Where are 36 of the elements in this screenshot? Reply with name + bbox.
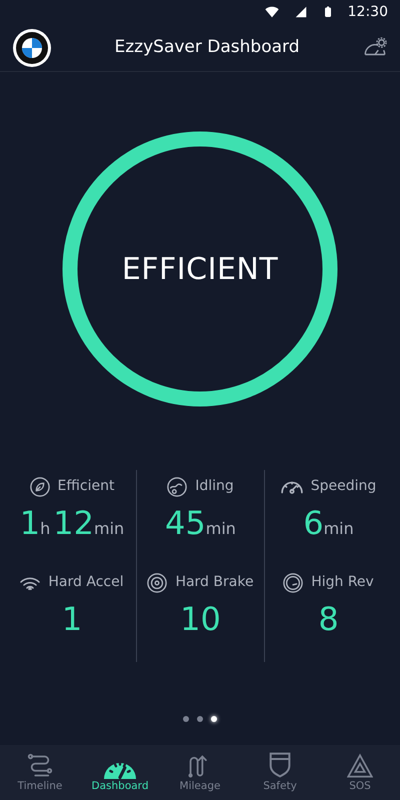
gauge-label: EFFICIENT [122,250,278,288]
wifi-icon [264,4,280,20]
warning-triangle-icon [347,753,373,779]
shield-icon [268,751,292,779]
route-icon [27,753,53,779]
page-dot[interactable] [197,716,203,722]
brake-disc-icon [147,572,168,592]
nav-tab[interactable]: SOS [320,745,400,800]
stat-label: Speeding [310,477,376,496]
stat-value: 10 [180,603,221,635]
gauge-icon [283,572,304,592]
stat-label: Hard Brake [175,573,254,592]
stat-value: 8 [318,603,339,635]
nav-tab[interactable]: Safety [240,745,320,800]
stat-value: 1 [62,603,82,635]
stat-value: 45 min [165,507,236,539]
page-dot[interactable] [183,716,189,722]
nav-tab[interactable]: Dashboard [80,745,160,800]
stat-label: High Rev [311,573,374,592]
nav-tab[interactable]: Mileage [160,745,240,800]
status-time: 12:30 [348,2,388,22]
nav-tab[interactable]: Timeline [0,745,80,800]
speedometer-icon [280,480,303,494]
wave-icon [20,575,40,590]
stat-label: Idling [195,477,234,496]
stat-label: Hard Accel [48,573,124,592]
logo-icon [12,28,52,68]
leaf-icon [30,476,50,496]
stat-value: 1 h 12 min [20,507,124,539]
page-dot[interactable] [211,716,217,722]
stat-value: 6 min [303,507,354,539]
stat-label: Efficient [58,477,114,496]
speedometer-icon [104,763,136,779]
header-title: EzzySaver Dashboard [114,36,300,59]
signal-icon [294,5,308,19]
engine-icon [167,476,188,496]
